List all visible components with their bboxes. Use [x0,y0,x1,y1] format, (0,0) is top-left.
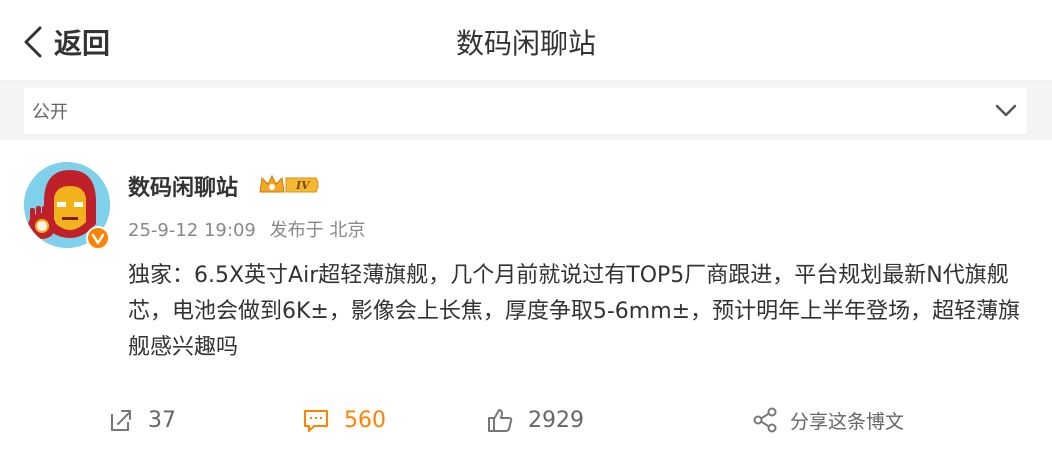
crown-level-icon: IV [259,174,319,193]
like-button[interactable]: 2929 [486,398,584,442]
level-badge-text: IV [295,179,311,192]
post-source: 发布于 北京 [269,220,366,241]
top-bar: 返回 数码闲聊站 [0,0,1052,81]
post-date[interactable]: 25-9-12 19:09 [128,220,256,241]
repost-button[interactable]: 37 [106,398,176,442]
like-count: 2929 [528,407,584,433]
visibility-selector[interactable]: 公开 [24,88,1027,135]
share-label: 分享这条博文 [790,410,905,433]
comment-button[interactable]: 560 [302,398,386,442]
repost-count: 37 [148,407,176,433]
chevron-down-icon[interactable] [995,104,1017,118]
author-name[interactable]: 数码闲聊站 [128,170,238,202]
share-icon [753,407,777,433]
page: 返回 数码闲聊站 公开 数码闲聊站 IV 25-9-12 19:09 发布于 北… [0,0,1052,458]
action-bar: 37 560 2929 分享这条博文 [0,398,1052,442]
visibility-label: 公开 [32,102,68,123]
post-meta: 25-9-12 19:09 发布于 北京 [128,216,373,242]
thumbs-up-icon [488,409,513,432]
comment-count: 560 [344,407,386,433]
repost-icon [111,410,131,431]
comment-icon [304,410,328,432]
verified-badge-icon [86,226,110,250]
page-title: 数码闲聊站 [455,27,596,60]
post-text: 独家：6.5X英寸Air超轻薄旗舰，几个月前就说过有TOP5厂商跟进，平台规划最… [128,263,1021,360]
post-card: 数码闲聊站 IV 25-9-12 19:09 发布于 北京 独家：6.5X英寸A… [0,140,1052,458]
share-button[interactable]: 分享这条博文 [752,398,904,442]
